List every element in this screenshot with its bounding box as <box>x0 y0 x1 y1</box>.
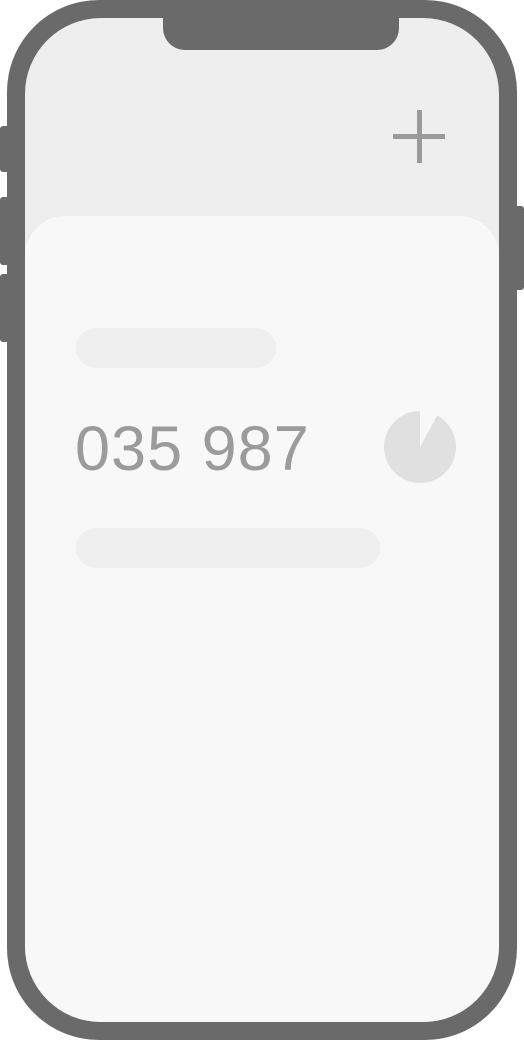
account-issuer-placeholder <box>76 328 276 368</box>
countdown-pie-icon <box>384 411 457 483</box>
add-account-button[interactable] <box>385 106 445 166</box>
phone-frame: 035 987 <box>7 0 517 1040</box>
account-name-placeholder <box>76 528 380 568</box>
phone-screen: 035 987 <box>25 18 499 1022</box>
timer-remaining-slice <box>384 411 457 483</box>
otp-code[interactable]: 035 987 <box>75 412 310 486</box>
device-mockup: 035 987 <box>0 0 524 1040</box>
account-card[interactable]: 035 987 <box>25 216 499 1022</box>
notch <box>163 18 399 50</box>
